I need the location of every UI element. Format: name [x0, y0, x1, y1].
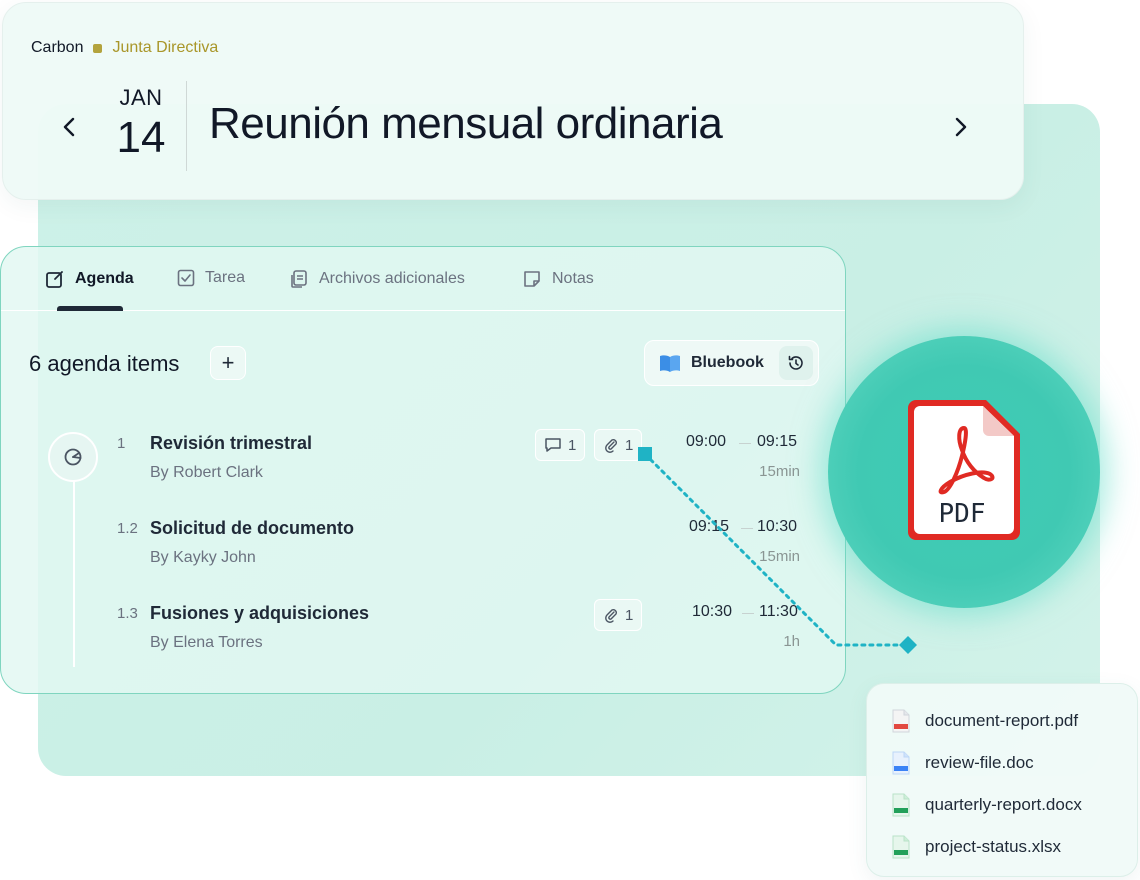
start-time: 09:00: [686, 433, 727, 450]
agenda-card: Agenda Tarea Archivos adicionales Notas …: [0, 246, 846, 694]
item-number: 1.3: [117, 605, 138, 622]
file-item[interactable]: quarterly-report.docx: [891, 793, 1082, 817]
bluebook-button[interactable]: Bluebook: [645, 353, 777, 373]
agenda-items-count: 6 agenda items: [29, 351, 180, 376]
item-presenter: By Elena Torres: [150, 634, 263, 651]
board-color-dot: [93, 43, 103, 53]
attachments-badge[interactable]: 1: [594, 599, 643, 631]
item-title[interactable]: Solicitud de documento: [150, 518, 354, 539]
file-name: document-report.pdf: [925, 711, 1079, 730]
previous-meeting-button[interactable]: [53, 109, 85, 145]
time-separator: [742, 613, 754, 614]
book-icon: [660, 355, 680, 372]
item-title[interactable]: Fusiones y adquisiciones: [150, 603, 369, 624]
end-time: 10:30: [757, 518, 798, 535]
agenda-item-row[interactable]: 1 Revisión trimestral By Robert Clark 1 …: [1, 429, 845, 505]
meeting-header-card: Carbon Junta Directiva JAN 14 Reunión me…: [2, 2, 1024, 200]
attachments-count: 1: [625, 606, 634, 624]
meeting-date: JAN 14: [113, 85, 169, 163]
tab-notas-label: Notas: [552, 270, 594, 287]
board-name[interactable]: Junta Directiva: [112, 39, 218, 57]
time-separator: [741, 528, 753, 529]
add-agenda-item-button[interactable]: +: [210, 346, 246, 380]
divider: [186, 81, 187, 171]
tab-bar: Agenda Tarea Archivos adicionales Notas: [1, 247, 845, 311]
pdf-icon-label: PDF: [939, 499, 986, 529]
breadcrumb: Carbon Junta Directiva: [31, 39, 218, 57]
tab-notas[interactable]: Notas: [522, 269, 594, 289]
tab-tarea-label: Tarea: [205, 269, 246, 286]
item-number: 1: [117, 435, 126, 452]
end-time: 09:15: [757, 433, 798, 450]
bluebook-control: Bluebook: [644, 340, 819, 386]
item-number: 1.2: [117, 520, 138, 537]
doc-file-icon: [892, 751, 910, 775]
chevron-left-icon: [63, 117, 75, 137]
duration: 1h: [783, 633, 800, 650]
file-name: project-status.xlsx: [925, 837, 1062, 856]
item-presenter: By Robert Clark: [150, 464, 263, 481]
org-name[interactable]: Carbon: [31, 39, 83, 57]
tab-agenda[interactable]: Agenda: [45, 269, 134, 289]
end-time: 11:30: [759, 603, 798, 620]
comments-count: 1: [568, 436, 577, 454]
item-presenter: By Kayky John: [150, 549, 256, 566]
tab-archivos-label: Archivos adicionales: [319, 270, 465, 287]
paperclip-icon: [605, 609, 617, 623]
date-month: JAN: [119, 85, 163, 110]
duration: 15min: [759, 463, 800, 480]
file-item[interactable]: project-status.xlsx: [891, 835, 1061, 859]
item-title[interactable]: Revisión trimestral: [150, 433, 312, 454]
start-time: 09:15: [689, 518, 730, 535]
next-meeting-button[interactable]: [945, 109, 977, 145]
date-day: 14: [116, 113, 166, 162]
agenda-edit-icon: [46, 271, 63, 288]
pdf-file-icon: [892, 709, 910, 733]
duration: 15min: [759, 548, 800, 565]
comments-badge[interactable]: 1: [535, 429, 586, 461]
paperclip-icon: [605, 439, 617, 453]
start-time: 10:30: [692, 603, 733, 620]
pdf-icon[interactable]: PDF: [904, 398, 1024, 544]
time-separator: [739, 443, 751, 444]
file-name: quarterly-report.docx: [925, 795, 1082, 814]
attached-files-list: document-report.pdf review-file.doc quar…: [866, 683, 1138, 877]
file-item[interactable]: review-file.doc: [891, 751, 1034, 775]
agenda-item-row[interactable]: 1.3 Fusiones y adquisiciones By Elena To…: [1, 599, 845, 675]
bluebook-label: Bluebook: [691, 354, 764, 371]
note-icon: [524, 271, 540, 287]
meeting-title: Reunión mensual ordinaria: [209, 99, 723, 148]
tab-agenda-label: Agenda: [75, 270, 134, 287]
history-button[interactable]: [779, 346, 813, 380]
files-icon: [291, 270, 307, 288]
comment-icon: [545, 438, 561, 452]
file-name: review-file.doc: [925, 753, 1034, 772]
attachments-count: 1: [625, 436, 634, 454]
history-icon: [788, 355, 803, 370]
file-item[interactable]: document-report.pdf: [891, 709, 1078, 733]
agenda-item-row[interactable]: 1.2 Solicitud de documento By Kayky John…: [1, 518, 845, 590]
tab-tarea[interactable]: Tarea: [177, 269, 245, 287]
checkbox-icon: [177, 269, 195, 287]
active-tab-indicator: [57, 306, 123, 311]
attachments-badge[interactable]: 1: [594, 429, 643, 461]
tab-archivos-adicionales[interactable]: Archivos adicionales: [289, 269, 465, 289]
docx-file-icon: [892, 793, 910, 817]
stage: Carbon Junta Directiva JAN 14 Reunión me…: [0, 0, 1140, 880]
chevron-right-icon: [955, 117, 967, 137]
xlsx-file-icon: [892, 835, 910, 859]
